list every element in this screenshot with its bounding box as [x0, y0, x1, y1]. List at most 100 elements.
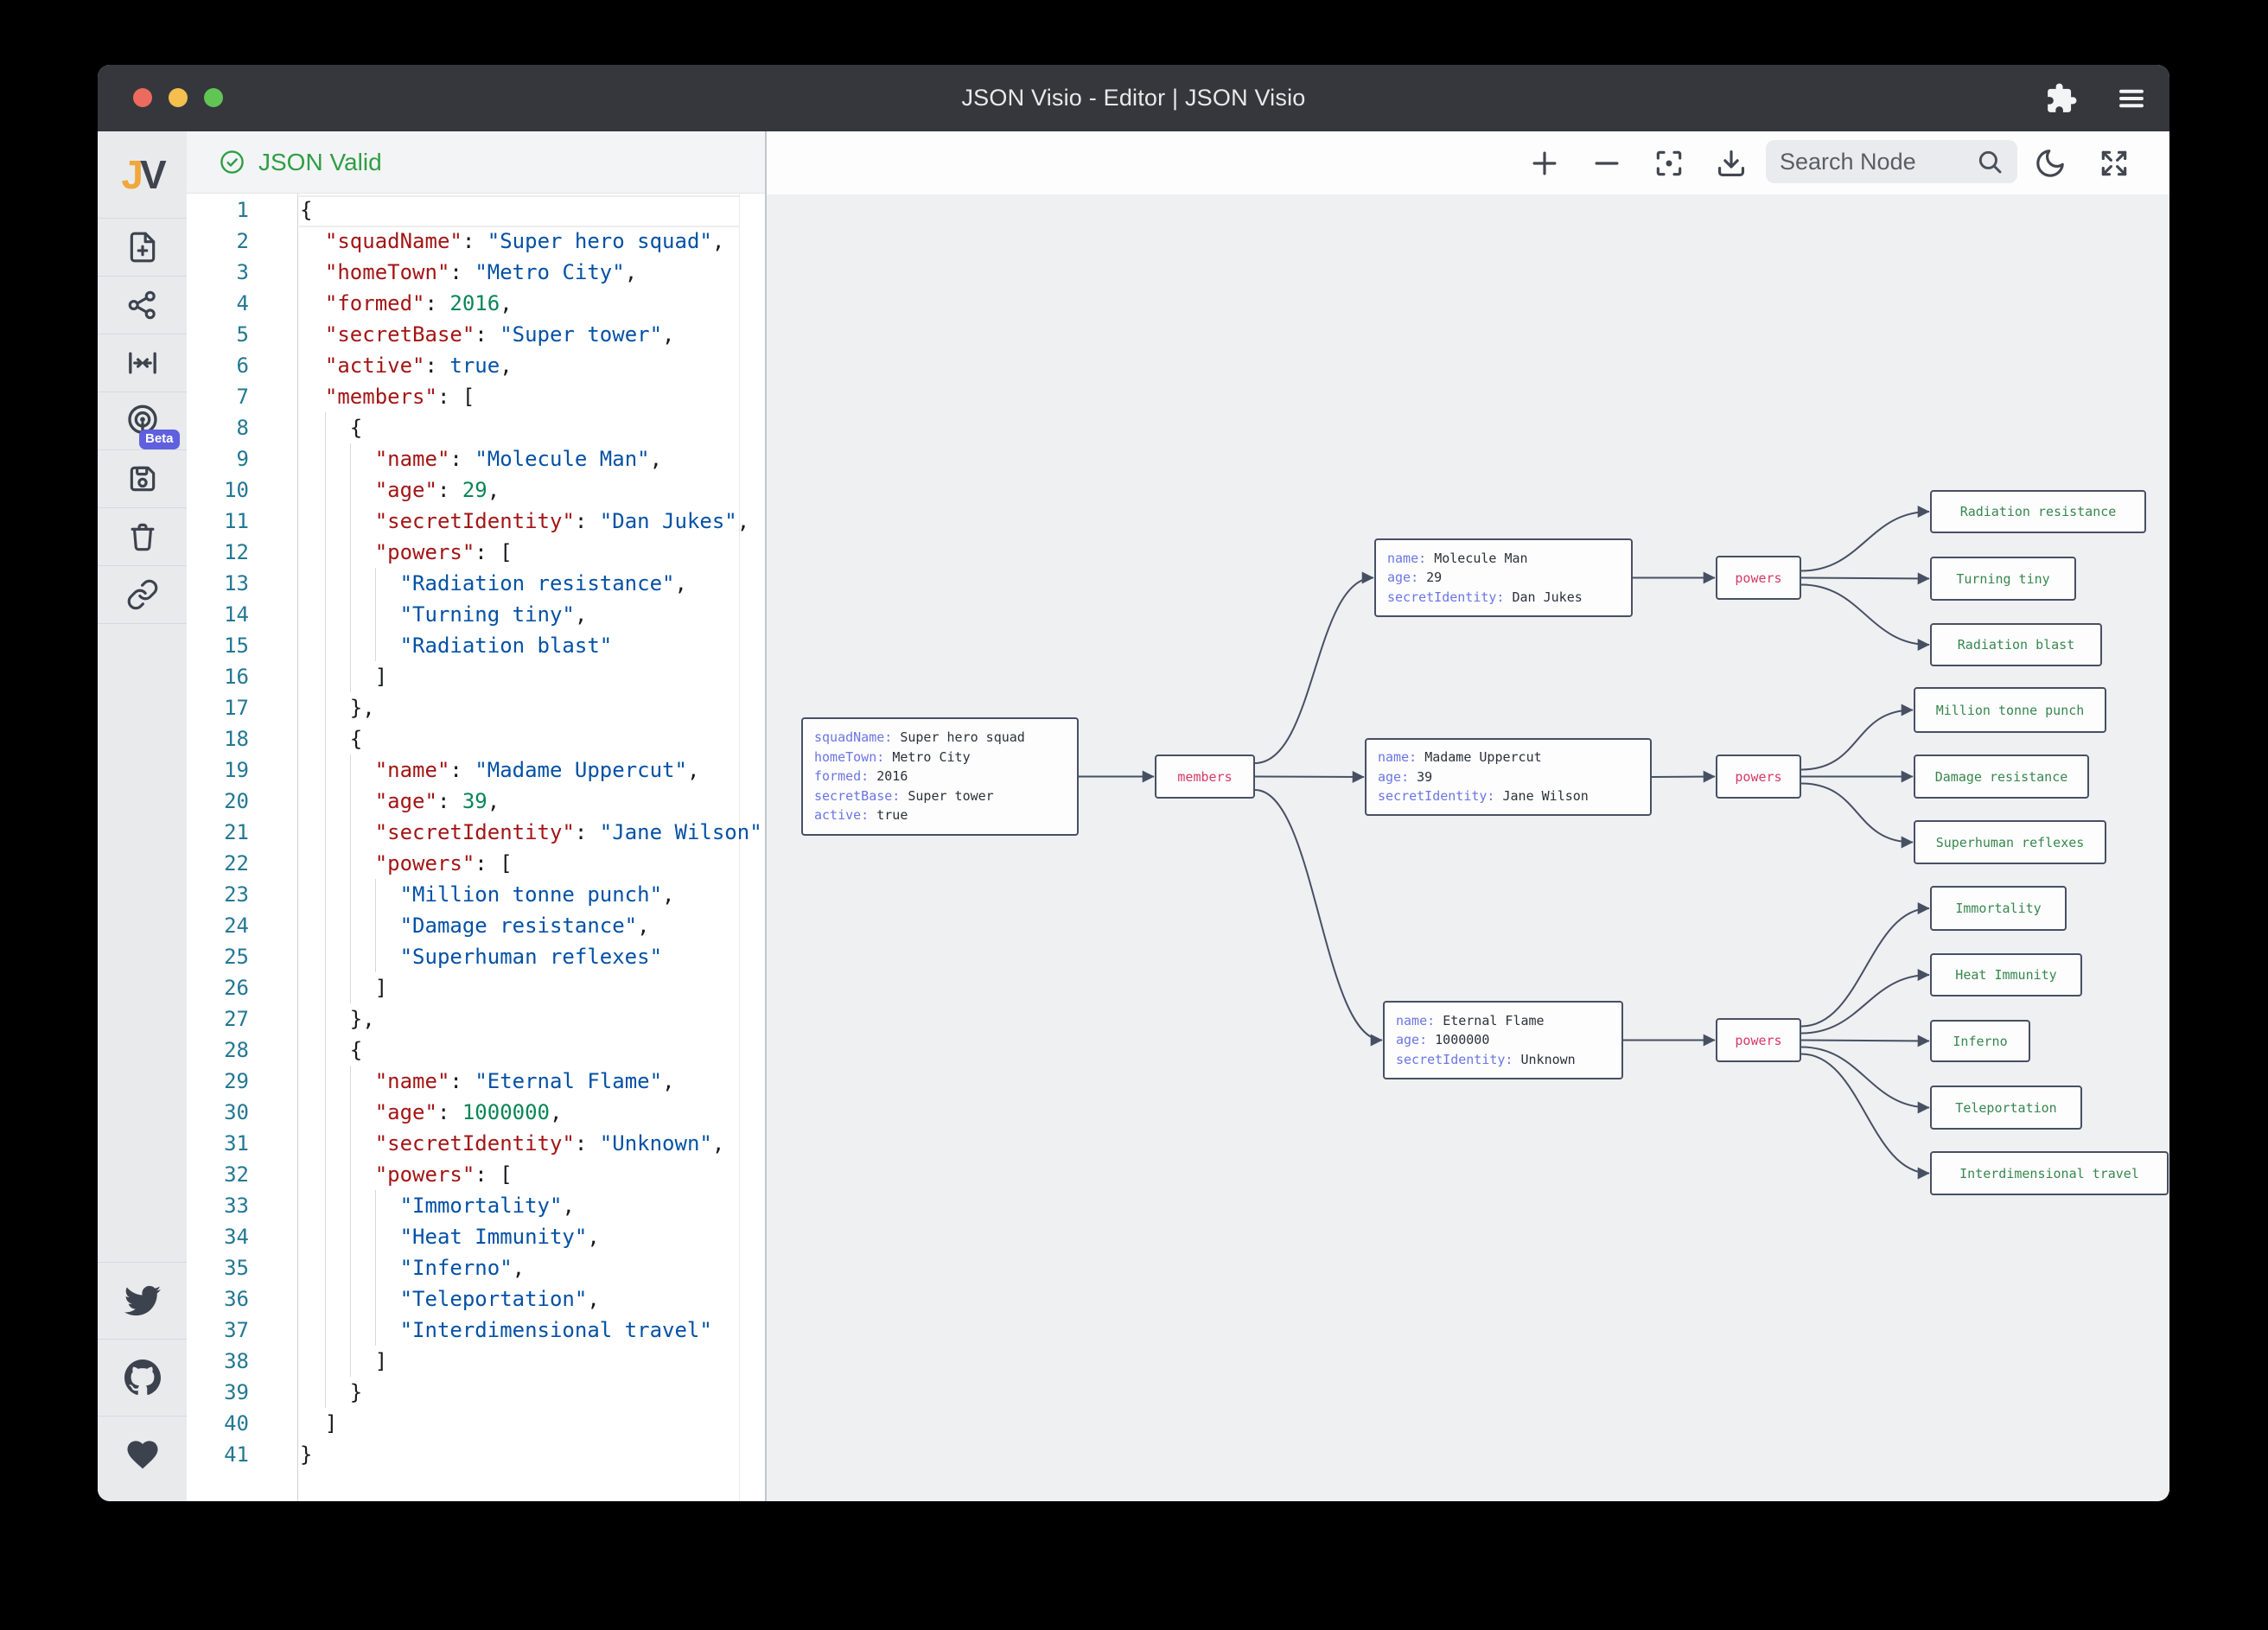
search-icon: [1976, 148, 2004, 175]
code-line: 39 }: [187, 1377, 765, 1408]
download-image-button[interactable]: [1714, 146, 1749, 181]
code-line: 38 ]: [187, 1346, 765, 1377]
code-line: 32 "powers": [: [187, 1159, 765, 1190]
code-line: 28 {: [187, 1035, 765, 1066]
code-line: 12 "powers": [: [187, 537, 765, 568]
code-line: 18 {: [187, 723, 765, 755]
code-line: 30 "age": 1000000,: [187, 1097, 765, 1128]
code-line: 36 "Teleportation",: [187, 1283, 765, 1315]
code-line: 20 "age": 39,: [187, 786, 765, 817]
center-view-button[interactable]: [1652, 146, 1686, 181]
sidebar-item-sponsor[interactable]: [98, 1416, 187, 1493]
code-line: 15 "Radiation blast": [187, 630, 765, 661]
canvas-toolbar: Search Node: [767, 131, 2169, 194]
sidebar-item-live-preview[interactable]: Beta: [98, 392, 187, 450]
graph-node-powers-1[interactable]: powers: [1716, 755, 1801, 799]
dark-mode-toggle[interactable]: [2033, 146, 2067, 181]
code-line: 21 "secretIdentity": "Jane Wilson",: [187, 817, 765, 848]
graph-canvas[interactable]: squadName: Super hero squadhomeTown: Met…: [767, 131, 2169, 1501]
graph-node-member-1[interactable]: name: Madame Uppercutage: 39secretIdenti…: [1365, 738, 1652, 816]
graph-node-member-0[interactable]: name: Molecule Manage: 29secretIdentity:…: [1374, 538, 1633, 617]
sidebar-item-share-link[interactable]: [98, 566, 187, 624]
zoom-out-button[interactable]: [1590, 146, 1624, 181]
sidebar-item-github[interactable]: [98, 1339, 187, 1416]
code-line: 19 "name": "Madame Uppercut",: [187, 755, 765, 786]
code-line: 27 },: [187, 1003, 765, 1035]
app-window: JSON Visio - Editor | JSON Visio JV: [98, 65, 2169, 1501]
code-line: 7 "members": [: [187, 381, 765, 412]
app-logo[interactable]: JV: [98, 131, 187, 219]
zoom-button[interactable]: [204, 88, 223, 107]
code-line: 22 "powers": [: [187, 848, 765, 879]
graph-node-root[interactable]: squadName: Super hero squadhomeTown: Met…: [801, 717, 1079, 836]
graph-node-power-2-4[interactable]: Interdimensional travel: [1930, 1151, 2169, 1195]
code-line: 24 "Damage resistance",: [187, 910, 765, 941]
json-editor-panel: JSON Valid 1{2 "squadName": "Super hero …: [187, 131, 767, 1501]
share-icon: [126, 289, 159, 322]
save-icon: [126, 462, 159, 495]
fullscreen-button[interactable]: [2097, 146, 2131, 181]
graph-node-power-2-2[interactable]: Inferno: [1930, 1020, 2030, 1062]
code-line: 26 ]: [187, 972, 765, 1003]
moon-icon: [2034, 147, 2067, 180]
graph-node-member-2[interactable]: name: Eternal Flameage: 1000000secretIde…: [1383, 1001, 1623, 1079]
code-line: 41}: [187, 1439, 765, 1470]
beta-badge: Beta: [139, 430, 180, 449]
code-editor[interactable]: 1{2 "squadName": "Super hero squad",3 "h…: [187, 194, 765, 1501]
zoom-in-button[interactable]: [1527, 146, 1562, 181]
code-line: 10 "age": 29,: [187, 474, 765, 506]
code-line: 4 "formed": 2016,: [187, 288, 765, 319]
graph-node-members[interactable]: members: [1155, 755, 1255, 799]
traffic-lights: [133, 88, 223, 107]
extension-puzzle-icon[interactable]: [2045, 82, 2078, 115]
sidebar-item-delete[interactable]: [98, 508, 187, 566]
code-line: 11 "secretIdentity": "Dan Jukes",: [187, 506, 765, 537]
graph-node-powers-0[interactable]: powers: [1716, 556, 1801, 600]
graph-node-power-2-0[interactable]: Immortality: [1930, 886, 2067, 931]
trash-icon: [126, 520, 159, 553]
code-line: 5 "secretBase": "Super tower",: [187, 319, 765, 350]
twitter-icon: [124, 1283, 161, 1319]
sidebar-item-save[interactable]: [98, 450, 187, 508]
check-circle-icon: [220, 150, 245, 175]
fullscreen-icon: [2098, 147, 2131, 180]
file-plus-icon: [126, 231, 159, 264]
search-node-input[interactable]: Search Node: [1766, 140, 2017, 183]
code-line: 13 "Radiation resistance",: [187, 568, 765, 599]
menu-hamburger-icon[interactable]: [2116, 83, 2147, 114]
search-placeholder: Search Node: [1780, 149, 1976, 175]
fit-width-icon: [125, 346, 160, 380]
sidebar-item-fit-view[interactable]: [98, 334, 187, 392]
sidebar-item-graph-view[interactable]: [98, 277, 187, 334]
code-line: 33 "Immortality",: [187, 1190, 765, 1221]
code-line: 37 "Interdimensional travel": [187, 1315, 765, 1346]
graph-node-power-1-0[interactable]: Million tonne punch: [1914, 687, 2106, 733]
graph-node-power-0-0[interactable]: Radiation resistance: [1930, 490, 2146, 533]
code-line: 29 "name": "Eternal Flame",: [187, 1066, 765, 1097]
graph-node-power-2-1[interactable]: Heat Immunity: [1930, 953, 2082, 996]
code-line: 17 },: [187, 692, 765, 723]
download-icon: [1715, 147, 1748, 180]
code-line: 23 "Million tonne punch",: [187, 879, 765, 910]
plus-icon: [1528, 147, 1561, 180]
code-line: 6 "active": true,: [187, 350, 765, 381]
graph-node-power-1-1[interactable]: Damage resistance: [1914, 755, 2089, 799]
code-line: 40 ]: [187, 1408, 765, 1439]
editor-status-header: JSON Valid: [187, 131, 765, 194]
close-button[interactable]: [133, 88, 152, 107]
graph-node-power-2-3[interactable]: Teleportation: [1930, 1086, 2082, 1130]
minus-icon: [1590, 147, 1623, 180]
minimize-button[interactable]: [169, 88, 188, 107]
graph-node-power-0-2[interactable]: Radiation blast: [1930, 623, 2102, 666]
code-line: 25 "Superhuman reflexes": [187, 941, 765, 972]
code-line: 16 ]: [187, 661, 765, 692]
sidebar-item-new-document[interactable]: [98, 219, 187, 277]
sidebar-item-twitter[interactable]: [98, 1262, 187, 1339]
github-icon: [124, 1359, 161, 1396]
graph-node-power-0-1[interactable]: Turning tiny: [1930, 557, 2076, 601]
center-focus-icon: [1653, 147, 1685, 180]
code-line: 34 "Heat Immunity",: [187, 1221, 765, 1252]
sidebar: JV Beta: [98, 131, 187, 1501]
graph-node-power-1-2[interactable]: Superhuman reflexes: [1914, 820, 2106, 864]
graph-node-powers-2[interactable]: powers: [1716, 1018, 1801, 1062]
